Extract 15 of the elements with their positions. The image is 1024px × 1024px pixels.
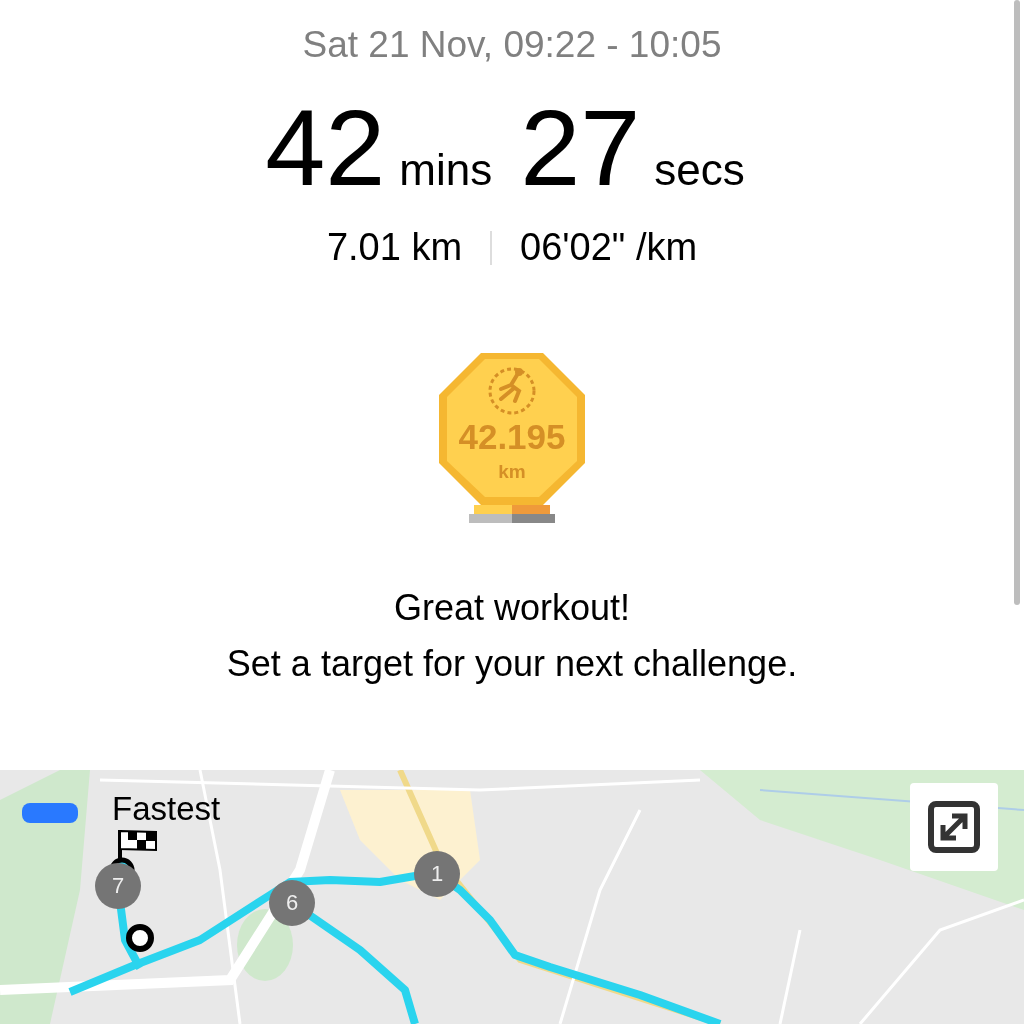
workout-date: Sat 21 Nov, 09:22 - 10:05 [302, 24, 722, 66]
duration-unit: mins [399, 145, 493, 195]
duration-value: 27 [520, 94, 641, 202]
waypoint-icon [125, 923, 155, 953]
message-text: Great workout! [393, 587, 631, 629]
legend-label: Fastest [112, 790, 221, 828]
duration-unit: secs [654, 145, 745, 195]
message-text: Set a target for your next challenge. [226, 643, 798, 685]
pace-text: 06'02" /km [520, 226, 698, 269]
expand-icon [928, 801, 980, 853]
medal-distance: 42.195 [458, 417, 566, 457]
distance-text: 7.01 km [326, 226, 463, 269]
expand-button[interactable] [910, 783, 998, 871]
duration-value: 42 [265, 94, 386, 202]
medal-unit: km [498, 461, 526, 483]
